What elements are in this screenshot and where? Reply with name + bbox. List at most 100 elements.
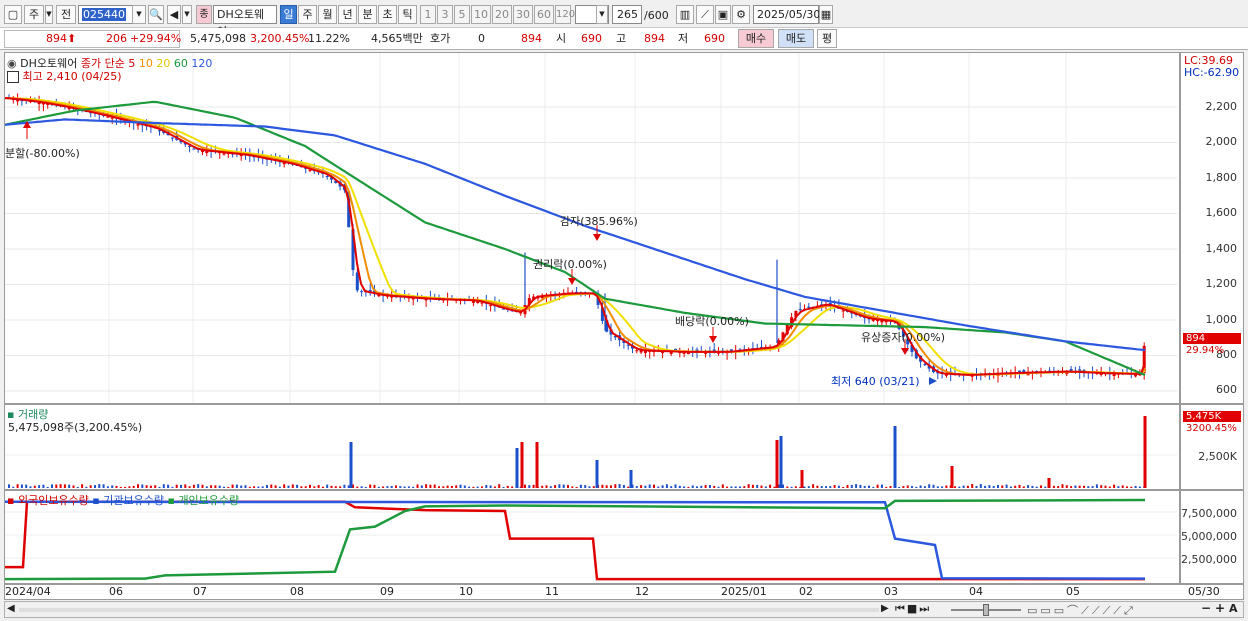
open-price: 690: [581, 32, 602, 45]
volume-bar: [687, 486, 690, 488]
interval-minute[interactable]: 분: [358, 5, 377, 24]
font-size-icon[interactable]: A: [1229, 602, 1238, 615]
y-tick: 2,200: [1205, 100, 1238, 113]
volume-bar: [618, 484, 621, 488]
candle-type-icon[interactable]: ▥: [676, 5, 694, 24]
volume-bar: [72, 485, 75, 488]
minute-10[interactable]: 10: [471, 5, 491, 24]
low-price: 690: [704, 32, 725, 45]
volume-bar: [915, 486, 918, 488]
playback-controls-icon[interactable]: ⏮■⏭: [895, 602, 931, 616]
volume-bar: [51, 484, 53, 488]
minute-120[interactable]: 120: [555, 5, 575, 24]
volume-bar: [898, 486, 901, 488]
volume-bar: [584, 485, 587, 488]
holdings-y-tick: 7,500,000: [1181, 507, 1237, 520]
volume-bar: [966, 485, 969, 488]
volume-bar: [1040, 485, 1042, 488]
gear-icon[interactable]: ⚙: [732, 5, 750, 24]
turnover-pct: 11.22%: [308, 32, 350, 45]
interval-day[interactable]: 일: [280, 5, 297, 24]
low-note: 최저 640 (03/21): [831, 375, 920, 388]
search-icon[interactable]: 🔍: [148, 5, 164, 24]
volume-bar: [657, 486, 660, 488]
save-icon[interactable]: ▣: [715, 5, 731, 24]
price-chart[interactable]: 분할(-80.00%) 감자(385.96%) 권리락(0.00%) 배당락(0.00…: [5, 53, 1179, 403]
volume-bar: [1121, 485, 1124, 488]
code-dropdown-icon[interactable]: ▼: [132, 5, 146, 24]
candle-body: [489, 305, 493, 307]
volume-bar: [1104, 485, 1107, 488]
volume-bar: [885, 486, 888, 488]
volume-info: 5,475,098주(3,200.45%): [8, 421, 143, 434]
zoom-slider-thumb[interactable]: [983, 604, 989, 616]
minute-3[interactable]: 3: [437, 5, 453, 24]
event-arrow-icon: [568, 278, 576, 285]
horizontal-scrollbar[interactable]: [19, 608, 879, 612]
scroll-right-icon[interactable]: ▶: [881, 603, 889, 614]
volume-bar: [8, 484, 10, 488]
candle-body: [170, 137, 174, 139]
interval-second[interactable]: 초: [378, 5, 397, 24]
event-annotation: 분할(-80.00%): [5, 147, 80, 160]
holdings-panel[interactable]: ▪ 외국인보유수량 ▪ 기관보유수량 ▪ 개인보유수량: [4, 490, 1180, 584]
zoom-out-icon[interactable]: −: [1201, 601, 1211, 615]
period-button[interactable]: 주: [24, 5, 44, 24]
count-input[interactable]: 265: [612, 5, 642, 24]
minute-60[interactable]: 60: [534, 5, 554, 24]
volume-bar: [997, 484, 999, 488]
legend-ma5: 5: [128, 57, 136, 70]
drawing-tools-icon[interactable]: ▭▭▭⌒⟋⟋⟋⟋⤢: [1027, 602, 1136, 618]
scroll-left-icon[interactable]: ◀: [7, 603, 15, 614]
window-icon[interactable]: ▢: [4, 5, 22, 24]
volume-bar: [691, 485, 694, 488]
volume-bar: [1113, 484, 1116, 488]
speaker-dropdown-icon[interactable]: ▼: [182, 5, 192, 24]
date-input[interactable]: 2025/05/30: [753, 5, 820, 24]
volume-bar: [971, 484, 974, 488]
volume-chart[interactable]: [5, 405, 1179, 489]
volume-bar: [756, 484, 759, 488]
volume-bar: [29, 486, 32, 488]
interval-week[interactable]: 주: [298, 5, 317, 24]
interval-tick[interactable]: 틱: [398, 5, 417, 24]
chevron-down-icon[interactable]: ▼: [45, 5, 53, 24]
calendar-icon[interactable]: ▦: [819, 5, 833, 24]
table-icon[interactable]: [7, 71, 19, 83]
volume-bar: [115, 485, 118, 488]
interval-year[interactable]: 년: [338, 5, 357, 24]
volume-bar: [154, 485, 157, 488]
price-chart-panel[interactable]: 분할(-80.00%) 감자(385.96%) 권리락(0.00%) 배당락(0.00…: [4, 52, 1180, 404]
volume-bar: [571, 486, 574, 488]
volume-panel[interactable]: ▪ 거래량 5,475,098주(3,200.45%): [4, 404, 1180, 490]
candle-body: [635, 350, 639, 352]
volume-bar: [257, 486, 260, 488]
prev-button[interactable]: 전: [56, 5, 76, 24]
volume-bar: [833, 484, 836, 488]
volume-bar: [266, 484, 268, 488]
minute-30[interactable]: 30: [513, 5, 533, 24]
volume-bar: [106, 486, 109, 488]
line-tool-icon[interactable]: ⟋: [696, 5, 714, 24]
speaker-icon[interactable]: ◀: [167, 5, 181, 24]
volume-bar: [644, 485, 647, 488]
eval-button[interactable]: 평: [817, 29, 837, 48]
minute-5[interactable]: 5: [454, 5, 470, 24]
minute-20[interactable]: 20: [492, 5, 512, 24]
hoga-value: 0: [478, 32, 485, 45]
event-arrow-icon: [709, 336, 717, 343]
volume-bar: [433, 484, 436, 488]
price-change-pct: +29.94%: [130, 32, 182, 45]
volume-bar: [59, 484, 62, 488]
sell-button[interactable]: 매도: [778, 29, 814, 48]
buy-button[interactable]: 매수: [738, 29, 774, 48]
ma120-line: [5, 118, 1146, 352]
interval-month[interactable]: 월: [318, 5, 337, 24]
volume-bar: [489, 485, 492, 488]
volume-bar: [334, 486, 337, 488]
minute-1[interactable]: 1: [420, 5, 436, 24]
custom-dropdown-icon[interactable]: ▼: [596, 5, 608, 24]
zoom-in-icon[interactable]: +: [1215, 601, 1225, 615]
volume-bar: [595, 460, 599, 488]
volume-bar: [373, 484, 376, 488]
